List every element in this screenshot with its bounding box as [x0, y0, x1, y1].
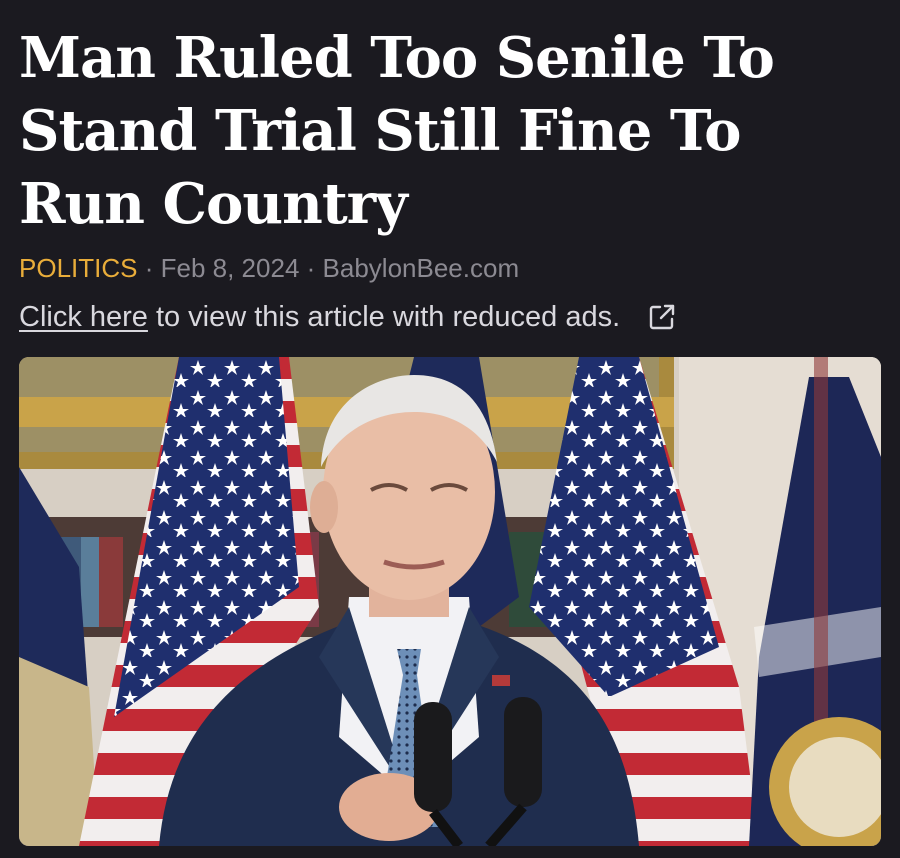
article-photo[interactable] [19, 357, 881, 846]
category-label[interactable]: POLITICS [19, 253, 137, 283]
external-link-icon[interactable] [646, 301, 678, 333]
headline-line-1: Man Ruled Too Senile To [19, 25, 775, 91]
reduced-ads-promo: Click here to view this article with red… [19, 299, 678, 335]
article-source: BabylonBee.com [322, 253, 520, 283]
headline-line-3: Run Country [19, 171, 408, 237]
headline-line-2: Stand Trial Still Fine To [19, 98, 741, 164]
meta-separator: · [306, 253, 316, 283]
meta-separator: · [144, 253, 154, 283]
promo-text: to view this article with reduced ads. [155, 301, 621, 333]
article-headline: Man Ruled Too Senile To Stand Trial Stil… [19, 22, 879, 241]
click-here-link[interactable]: Click here [19, 299, 148, 335]
article-meta: POLITICS · Feb 8, 2024 · BabylonBee.com [19, 251, 519, 285]
article-date: Feb 8, 2024 [160, 253, 300, 283]
